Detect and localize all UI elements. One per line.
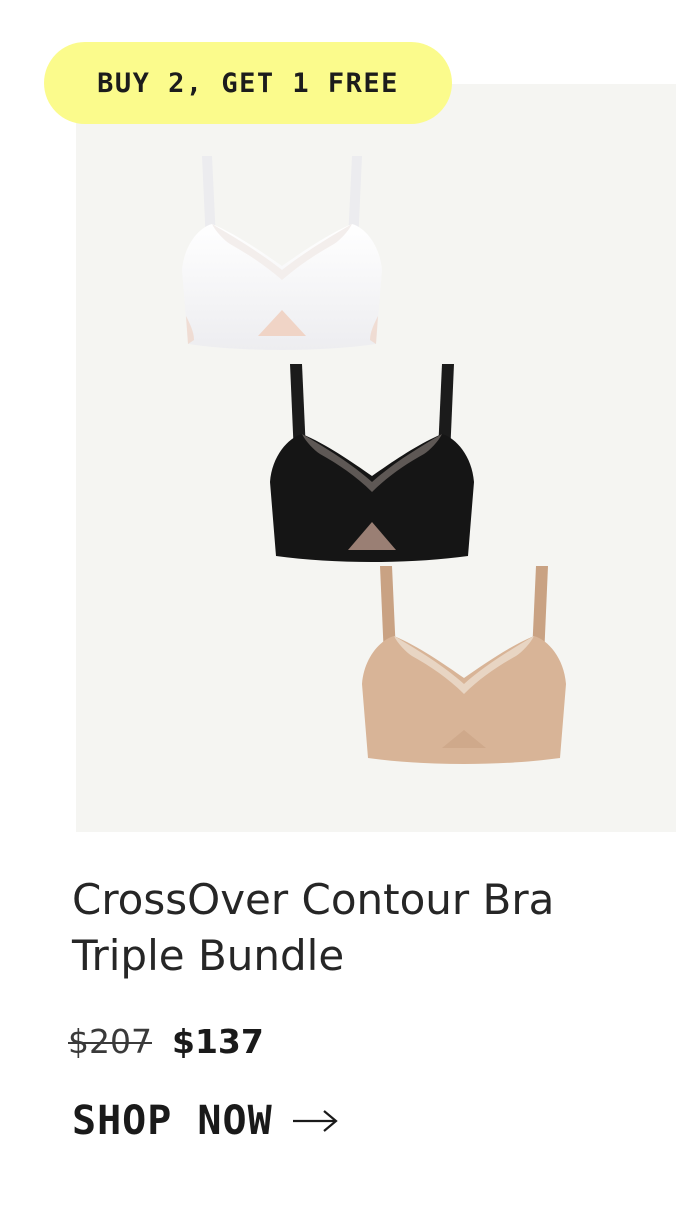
bra-image-nude: [362, 566, 566, 764]
shop-now-link[interactable]: SHOP NOW: [72, 1098, 339, 1144]
bra-image-black: [270, 364, 474, 562]
product-card[interactable]: BUY 2, GET 1 FREE CrossOver Contour Bra: [0, 0, 700, 1212]
price-row: $207 $137: [68, 1022, 264, 1061]
shop-now-label: SHOP NOW: [72, 1098, 273, 1144]
arrow-right-icon: [292, 1110, 338, 1132]
original-price: $207: [68, 1022, 152, 1061]
sale-price: $137: [171, 1022, 264, 1061]
bra-image-white: [182, 156, 382, 350]
product-title[interactable]: CrossOver Contour Bra Triple Bundle: [72, 872, 632, 984]
promo-badge: BUY 2, GET 1 FREE: [44, 42, 452, 124]
